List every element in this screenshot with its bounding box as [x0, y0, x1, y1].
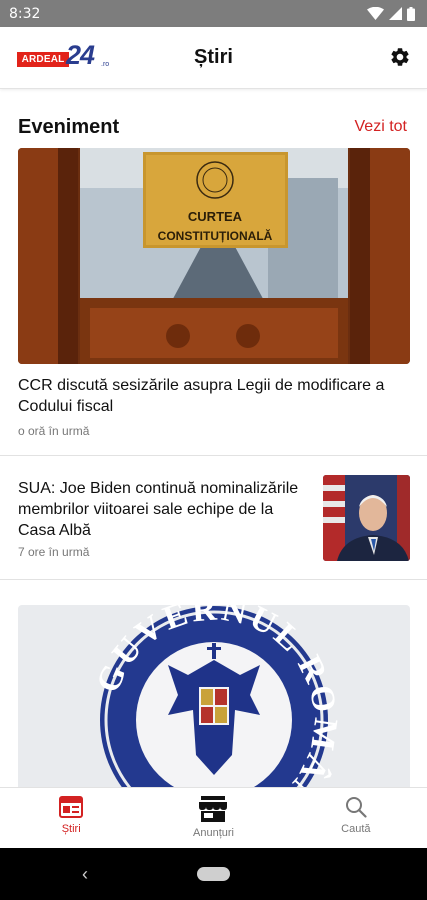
status-bar: 8:32	[0, 0, 427, 27]
wifi-icon	[367, 7, 384, 20]
page-title: Știri	[194, 46, 233, 68]
back-icon[interactable]: ‹	[82, 864, 88, 885]
nav-tab-anunturi[interactable]: Anunțuri	[142, 788, 284, 848]
app-bar: ARDEAL 24 .ro Știri	[0, 27, 427, 89]
home-pill[interactable]	[197, 867, 230, 881]
article-title-ccr[interactable]: CCR discută sesizările asupra Legii de m…	[18, 375, 410, 417]
see-all-link[interactable]: Vezi tot	[355, 118, 407, 136]
section-title: Eveniment	[18, 115, 120, 138]
store-icon	[199, 796, 228, 822]
sign-line-2: CONSTITUȚIONALĂ	[158, 228, 273, 243]
gear-icon[interactable]	[389, 46, 411, 68]
status-time: 8:32	[9, 5, 41, 22]
article-thumbnail-biden[interactable]	[323, 475, 410, 561]
newspaper-icon	[59, 796, 84, 818]
article-time-ccr: o oră în urmă	[18, 424, 90, 438]
nav-label-stiri: Știri	[61, 823, 81, 835]
section-header: Eveniment Vezi tot	[18, 112, 407, 142]
nav-tab-stiri[interactable]: Știri	[0, 788, 142, 848]
nav-tab-cauta[interactable]: Caută	[285, 788, 427, 848]
nav-label-anunturi: Anunțuri	[193, 827, 234, 839]
article-divider	[0, 455, 427, 456]
sign-line-1: CURTEA	[188, 209, 243, 224]
article-image-ccr[interactable]: CURTEA CONSTITUȚIONALĂ	[18, 148, 410, 364]
article-time-biden: 7 ore în urmă	[18, 545, 90, 559]
search-icon	[345, 797, 367, 818]
signal-icon	[389, 7, 402, 20]
article-image-guvernul[interactable]: GUVERNUL ROMÂNIEI	[18, 605, 410, 790]
article-title-biden[interactable]: SUA: Joe Biden continuă nominalizările m…	[18, 478, 308, 541]
status-icons	[367, 6, 415, 21]
system-nav-bar: ‹	[0, 848, 427, 900]
article-divider	[0, 579, 427, 580]
battery-icon	[407, 6, 415, 21]
bottom-navigation: Știri Anunțuri Caută	[0, 787, 427, 848]
nav-label-cauta: Caută	[341, 823, 371, 835]
